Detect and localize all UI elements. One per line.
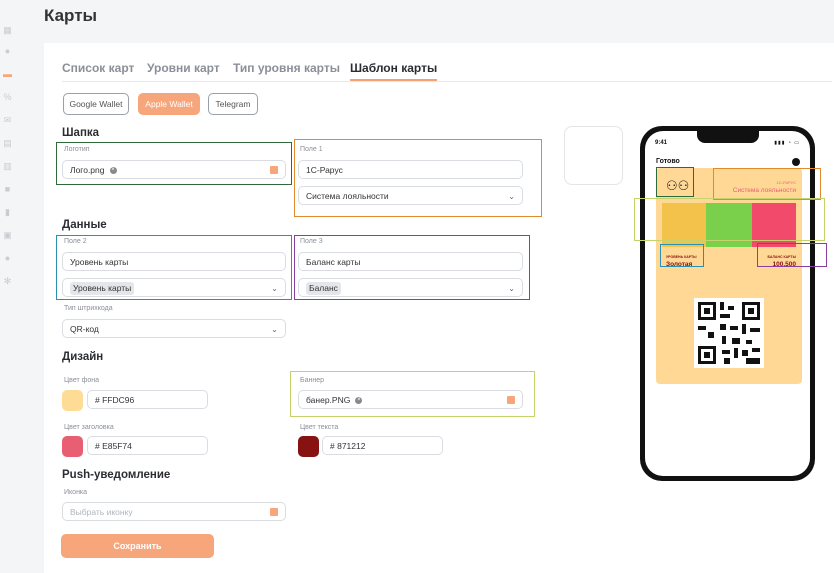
- field3-input[interactable]: Баланс карты: [298, 252, 523, 271]
- section-data-title: Данные: [62, 219, 107, 231]
- logo-people-icon: ⚇⚇: [666, 178, 690, 193]
- push-icon-label: Иконка: [64, 489, 88, 496]
- banner-file-name: банер.PNG: [306, 395, 351, 405]
- phone-screen: 9:41 ▮▮▮ ◔ ▭ Готово ⚇⚇ 1С-РАРУС Система …: [645, 131, 810, 476]
- title-color-swatch[interactable]: [62, 436, 83, 457]
- apple-wallet-button[interactable]: Apple Wallet: [138, 93, 200, 115]
- bg-color-label: Цвет фона: [64, 377, 100, 384]
- more-icon[interactable]: [792, 158, 800, 166]
- tickets-icon[interactable]: ▤: [3, 139, 12, 148]
- status-time: 9:41: [655, 140, 668, 146]
- tab-level-type[interactable]: Тип уровня карты: [233, 61, 340, 75]
- field3-select[interactable]: Баланс ⌄: [298, 278, 523, 297]
- wallet-pass: ⚇⚇ 1С-РАРУС Система лояльности УРОВЕНЬ К…: [656, 168, 802, 384]
- banner-label: Баннер: [300, 377, 325, 384]
- push-icon-placeholder: Выбрать иконку: [70, 507, 133, 517]
- bg-color-swatch[interactable]: [62, 390, 83, 411]
- qr-code: [694, 298, 764, 368]
- dashboard-icon[interactable]: ▦: [3, 26, 12, 35]
- pass-banner: [656, 203, 802, 247]
- field3-select-value: Баланс: [306, 282, 341, 295]
- title-color-label: Цвет заголовка: [64, 424, 114, 431]
- pass-field3-value: 100.500: [772, 261, 797, 268]
- banner-image-left: [662, 203, 706, 247]
- pass-field1-big: Система лояльности: [732, 187, 796, 194]
- field2-select[interactable]: Уровень карты ⌄: [62, 278, 286, 297]
- bg-color-input[interactable]: # FFDC96: [87, 390, 208, 409]
- tabs-divider: [62, 81, 832, 82]
- image-upload-icon[interactable]: [507, 396, 515, 404]
- text-color-label: Цвет текста: [300, 424, 339, 431]
- tab-card-template[interactable]: Шаблон карты: [350, 61, 438, 81]
- google-wallet-button[interactable]: Google Wallet: [63, 93, 129, 115]
- field1-select-value: Система лояльности: [306, 191, 389, 201]
- field2-select-value: Уровень карты: [70, 282, 135, 295]
- barcode-select[interactable]: QR-код ⌄: [62, 319, 286, 338]
- field1-select[interactable]: Система лояльности ⌄: [298, 186, 523, 205]
- barcode-select-value: QR-код: [70, 324, 99, 334]
- remove-file-icon[interactable]: ×: [109, 167, 117, 175]
- logo-file-input[interactable]: Лого.png ×: [62, 160, 286, 179]
- tab-card-levels[interactable]: Уровни карт: [147, 61, 220, 75]
- done-button[interactable]: Готово: [656, 158, 680, 165]
- section-push-title: Push-уведомление: [62, 469, 171, 481]
- image-upload-icon[interactable]: [270, 508, 278, 516]
- store-icon[interactable]: ▥: [3, 162, 12, 171]
- text-color-swatch[interactable]: [298, 436, 319, 457]
- user-icon[interactable]: ●: [3, 47, 12, 56]
- gear-icon[interactable]: ✻: [3, 277, 12, 286]
- chevron-down-icon: ⌄: [508, 284, 515, 293]
- chevron-down-icon: ⌄: [271, 284, 278, 293]
- push-icon-input[interactable]: Выбрать иконку: [62, 502, 286, 521]
- section-header-title: Шапка: [62, 127, 100, 139]
- pass-field2-small: УРОВЕНЬ КАРТЫ: [666, 255, 697, 259]
- field2-input[interactable]: Уровень карты: [62, 252, 286, 271]
- banner-image-middle: [706, 203, 752, 247]
- field3-label: Поле 3: [300, 238, 323, 245]
- remove-file-icon[interactable]: ×: [355, 397, 363, 405]
- logo-file-name: Лого.png: [70, 165, 105, 175]
- barcode-label: Тип штрихкода: [64, 305, 113, 312]
- banner-file-input[interactable]: банер.PNG ×: [298, 390, 523, 409]
- pass-field1-small: 1С-РАРУС: [776, 180, 796, 185]
- field2-label: Поле 2: [64, 238, 87, 245]
- cards-icon[interactable]: ▬: [3, 70, 12, 79]
- banner-image-right: [752, 203, 796, 247]
- tab-card-list[interactable]: Список карт: [62, 61, 134, 75]
- field1-label: Поле 1: [300, 146, 323, 153]
- left-rail: ▦ ● ▬ % ✉ ▤ ▥ ■ ▮ ▣ ● ✻: [0, 0, 16, 567]
- phone-preview: 9:41 ▮▮▮ ◔ ▭ Готово ⚇⚇ 1С-РАРУС Система …: [640, 126, 815, 481]
- pass-field2-value: Золотая: [666, 261, 693, 268]
- logo-label: Логотип: [64, 146, 90, 153]
- chevron-down-icon: ⌄: [271, 325, 278, 334]
- text-color-input[interactable]: # 871212: [322, 436, 443, 455]
- profile-icon[interactable]: ●: [3, 254, 12, 263]
- telegram-button[interactable]: Telegram: [208, 93, 258, 115]
- mail-icon[interactable]: ✉: [3, 116, 12, 125]
- section-design-title: Дизайн: [62, 351, 104, 363]
- phone-notch: [697, 131, 759, 143]
- pass-field3-small: БАЛАНС КАРТЫ: [767, 255, 796, 259]
- preview-placeholder: [564, 126, 623, 185]
- page-title: Карты: [44, 6, 98, 25]
- image-upload-icon[interactable]: [270, 166, 278, 174]
- chevron-down-icon: ⌄: [508, 192, 515, 201]
- signal-icon: ▮▮▮ ◔ ▭: [774, 140, 800, 146]
- percent-icon[interactable]: %: [3, 93, 12, 102]
- save-button[interactable]: Сохранить: [61, 534, 214, 558]
- chart-icon[interactable]: ▮: [3, 208, 12, 217]
- field1-input[interactable]: 1С-Рарус: [298, 160, 523, 179]
- report-icon[interactable]: ▣: [3, 231, 12, 240]
- title-color-input[interactable]: # E85F74: [87, 436, 208, 455]
- gift-icon[interactable]: ■: [3, 185, 12, 194]
